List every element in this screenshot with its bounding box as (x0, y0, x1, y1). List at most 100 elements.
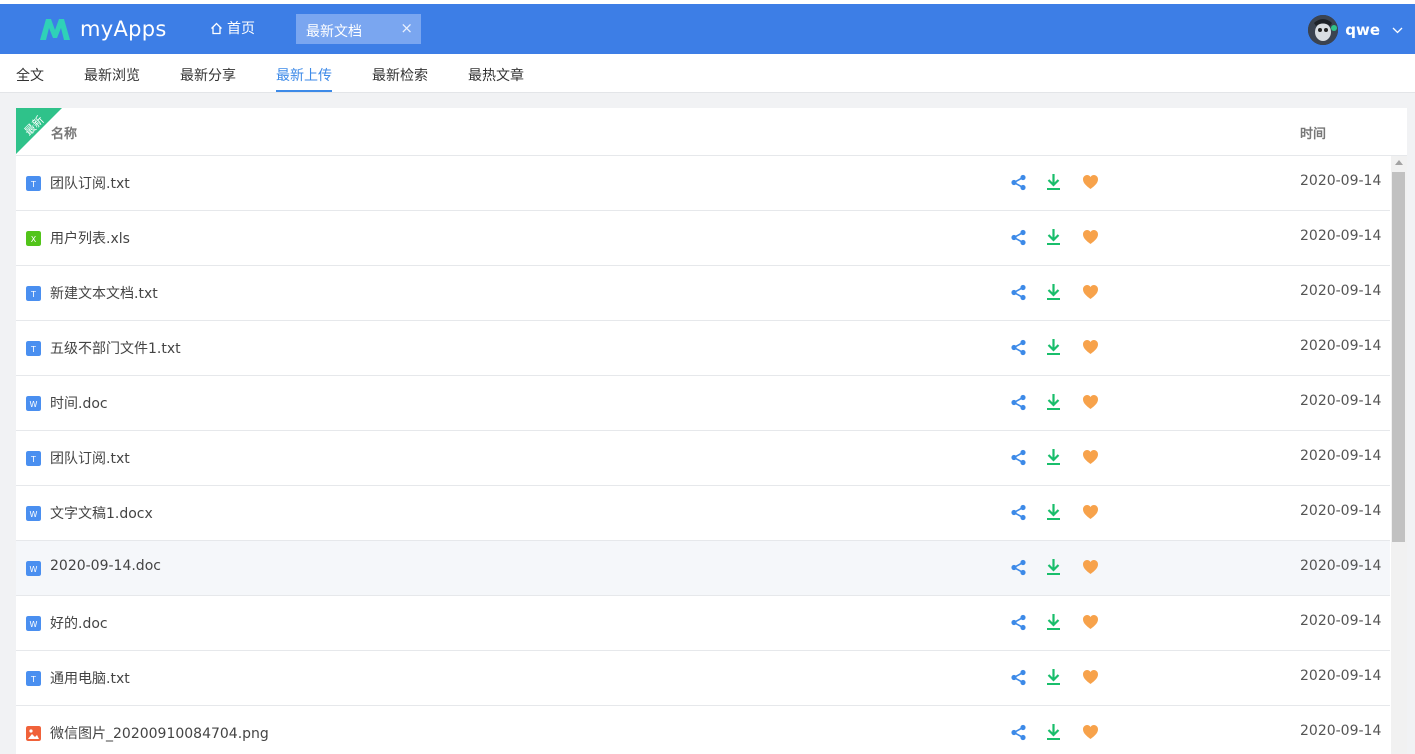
word-file-icon: W (26, 506, 41, 521)
share-icon[interactable] (1010, 449, 1027, 466)
share-icon[interactable] (1010, 174, 1027, 191)
file-name[interactable]: 团队订阅.txt (50, 173, 130, 193)
username: qwe (1345, 21, 1380, 39)
image-file-icon (26, 726, 41, 741)
tab-hot-articles[interactable]: 最热文章 (468, 65, 524, 92)
chevron-down-icon (1392, 27, 1403, 33)
tab-fulltext[interactable]: 全文 (16, 65, 44, 92)
file-name[interactable]: 通用电脑.txt (50, 668, 130, 688)
table-row[interactable]: W 好的.doc 2020-09-14 (16, 596, 1390, 651)
tab-recent-share[interactable]: 最新分享 (180, 65, 236, 92)
text-file-icon: T (26, 671, 41, 686)
table-row[interactable]: T 新建文本文档.txt 2020-09-14 (16, 266, 1390, 321)
table-row[interactable]: T 团队订阅.txt 2020-09-14 (16, 431, 1390, 486)
file-name[interactable]: 用户列表.xls (50, 228, 130, 248)
heart-icon[interactable] (1082, 724, 1099, 740)
avatar (1308, 15, 1339, 45)
nav-home-label: 首页 (227, 21, 255, 37)
share-icon[interactable] (1010, 339, 1027, 356)
word-file-icon: W (26, 561, 41, 576)
nav-home[interactable]: 首页 (210, 18, 255, 38)
table-row[interactable]: T 团队订阅.txt 2020-09-14 (16, 156, 1390, 211)
upload-time: 2020-09-14 (1300, 503, 1382, 519)
word-file-icon: W (26, 616, 41, 631)
scrollbar[interactable] (1391, 156, 1407, 754)
heart-icon[interactable] (1082, 559, 1099, 575)
table-row[interactable]: X 用户列表.xls 2020-09-14 (16, 211, 1390, 266)
table-row[interactable]: W 2020-09-14.doc 2020-09-14 (16, 541, 1390, 596)
file-name[interactable]: 微信图片_20200910084704.png (50, 723, 269, 743)
svg-text:T: T (30, 455, 36, 464)
download-icon[interactable] (1046, 613, 1061, 631)
heart-icon[interactable] (1082, 174, 1099, 190)
table-row[interactable]: T 五级不部门文件1.txt 2020-09-14 (16, 321, 1390, 376)
tab-latest-docs[interactable]: 最新文档 × (296, 14, 421, 44)
heart-icon[interactable] (1082, 449, 1099, 465)
download-icon[interactable] (1046, 338, 1061, 356)
share-icon[interactable] (1010, 394, 1027, 411)
upload-time: 2020-09-14 (1300, 393, 1382, 409)
excel-file-icon: X (26, 231, 41, 246)
svg-text:W: W (30, 620, 38, 629)
text-file-icon: T (26, 286, 41, 301)
app-logo[interactable]: myApps (38, 14, 167, 44)
close-icon[interactable]: × (400, 19, 413, 37)
svg-text:T: T (30, 180, 36, 189)
table-row[interactable]: T 通用电脑.txt 2020-09-14 (16, 651, 1390, 706)
svg-text:W: W (30, 510, 38, 519)
download-icon[interactable] (1046, 393, 1061, 411)
file-name[interactable]: 五级不部门文件1.txt (50, 338, 181, 358)
download-icon[interactable] (1046, 503, 1061, 521)
download-icon[interactable] (1046, 668, 1061, 686)
document-list-panel: 名称 时间 最新 T 团队订阅.txt 2020-09-14 X 用户列表.xl… (16, 108, 1407, 754)
category-tabs: 全文 最新浏览 最新分享 最新上传 最新检索 最热文章 (0, 54, 1415, 93)
download-icon[interactable] (1046, 283, 1061, 301)
svg-text:W: W (30, 565, 38, 574)
table-row[interactable]: W 时间.doc 2020-09-14 (16, 376, 1390, 431)
heart-icon[interactable] (1082, 339, 1099, 355)
download-icon[interactable] (1046, 173, 1061, 191)
upload-time: 2020-09-14 (1300, 613, 1382, 629)
download-icon[interactable] (1046, 558, 1061, 576)
file-name[interactable]: 团队订阅.txt (50, 448, 130, 468)
tab-recent-upload[interactable]: 最新上传 (276, 65, 332, 92)
download-icon[interactable] (1046, 448, 1061, 466)
upload-time: 2020-09-14 (1300, 283, 1382, 299)
file-name[interactable]: 好的.doc (50, 613, 108, 633)
heart-icon[interactable] (1082, 669, 1099, 685)
user-menu[interactable]: qwe (1308, 15, 1403, 45)
share-icon[interactable] (1010, 229, 1027, 246)
file-name[interactable]: 新建文本文档.txt (50, 283, 158, 303)
file-list: T 团队订阅.txt 2020-09-14 X 用户列表.xls 2020-09… (16, 156, 1390, 754)
scroll-up-arrow-icon[interactable] (1395, 160, 1403, 165)
download-icon[interactable] (1046, 228, 1061, 246)
upload-time: 2020-09-14 (1300, 668, 1382, 684)
share-icon[interactable] (1010, 724, 1027, 741)
text-file-icon: T (26, 176, 41, 191)
new-ribbon-badge: 最新 (16, 108, 62, 154)
file-name[interactable]: 时间.doc (50, 393, 108, 413)
share-icon[interactable] (1010, 559, 1027, 576)
share-icon[interactable] (1010, 504, 1027, 521)
heart-icon[interactable] (1082, 504, 1099, 520)
share-icon[interactable] (1010, 284, 1027, 301)
heart-icon[interactable] (1082, 614, 1099, 630)
share-icon[interactable] (1010, 614, 1027, 631)
table-row[interactable]: 微信图片_20200910084704.png 2020-09-14 (16, 706, 1390, 754)
table-row[interactable]: W 文字文稿1.docx 2020-09-14 (16, 486, 1390, 541)
upload-time: 2020-09-14 (1300, 558, 1382, 574)
table-header: 名称 时间 (16, 108, 1407, 156)
file-name[interactable]: 2020-09-14.doc (50, 558, 161, 574)
svg-text:W: W (30, 400, 38, 409)
share-icon[interactable] (1010, 669, 1027, 686)
file-name[interactable]: 文字文稿1.docx (50, 503, 153, 523)
scrollbar-thumb[interactable] (1392, 172, 1405, 542)
tab-label: 最新文档 (306, 24, 362, 40)
heart-icon[interactable] (1082, 394, 1099, 410)
download-icon[interactable] (1046, 723, 1061, 741)
home-icon (211, 22, 222, 34)
tab-recent-browse[interactable]: 最新浏览 (84, 65, 140, 92)
heart-icon[interactable] (1082, 284, 1099, 300)
heart-icon[interactable] (1082, 229, 1099, 245)
tab-recent-search[interactable]: 最新检索 (372, 65, 428, 92)
